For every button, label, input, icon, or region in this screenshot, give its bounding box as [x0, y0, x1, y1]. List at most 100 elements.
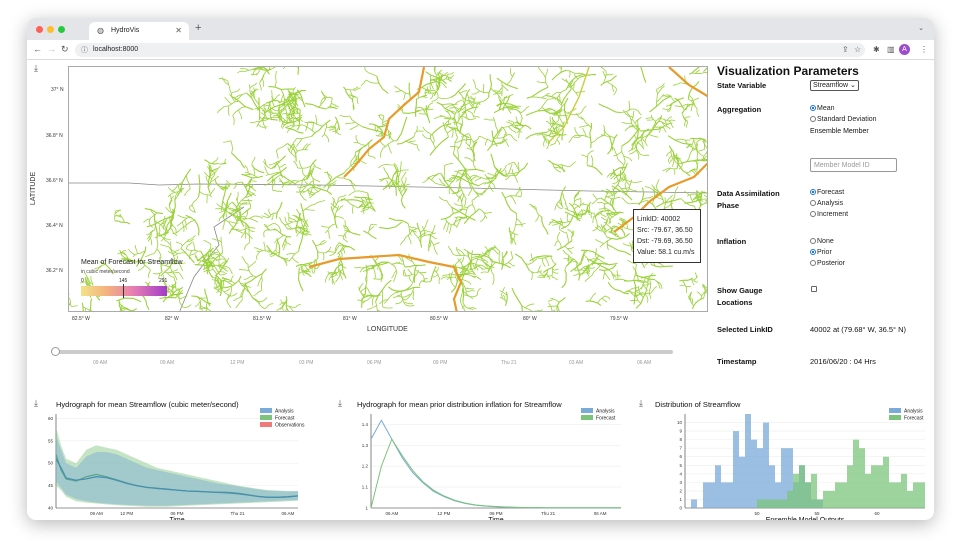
stream-segment [156, 248, 162, 258]
stream-segment [478, 135, 485, 139]
time-slider-track[interactable] [54, 350, 673, 354]
stream-segment [286, 305, 296, 308]
stream-segment [531, 271, 533, 281]
stream-segment [478, 182, 488, 187]
stream-segment [382, 306, 393, 309]
stream-segment [379, 221, 403, 230]
bookmark-star-icon[interactable]: ☆ [854, 45, 861, 54]
stream-segment [380, 147, 384, 158]
maximize-window-button[interactable] [58, 26, 65, 33]
stream-segment [620, 187, 630, 190]
stream-segment [601, 297, 608, 303]
time-slider-handle[interactable] [51, 347, 60, 356]
stream-segment [313, 267, 316, 274]
ensemble-member-input[interactable]: Member Model ID [810, 158, 897, 172]
stream-segment [552, 270, 559, 274]
forward-icon[interactable]: → [47, 44, 56, 54]
selected-link-value: 40002 at (79.68° W, 36.5° N) [810, 325, 907, 334]
menu-dots-icon[interactable]: ⋮ [920, 45, 928, 54]
new-tab-button[interactable]: + [195, 22, 201, 34]
stream-segment [446, 223, 450, 233]
stream-segment [114, 220, 131, 225]
inflation-prior-radio[interactable]: Prior [810, 248, 832, 258]
phase-increment-radio[interactable]: Increment [810, 210, 848, 220]
y-tick-label: 55 [48, 438, 54, 443]
map-download-icon[interactable]: ⤓ [34, 63, 38, 74]
stream-segment [485, 139, 489, 146]
sidepanel-icon[interactable]: ▥ [887, 45, 895, 54]
y-tick-label: 40 [48, 506, 54, 511]
profile-avatar[interactable]: A [899, 44, 910, 55]
gauge-label: Show Gauge Locations [717, 285, 797, 309]
radio-icon [810, 116, 816, 122]
histogram-bar [787, 490, 793, 508]
stream-segment [421, 280, 432, 283]
stream-segment [385, 184, 395, 187]
stream-segment [514, 213, 518, 230]
phase-forecast-radio[interactable]: Forecast [810, 188, 844, 198]
uncertainty-band [56, 436, 298, 506]
stream-segment [622, 243, 631, 247]
stream-segment [662, 167, 669, 172]
inflation-posterior-radio[interactable]: Posterior [810, 259, 845, 269]
stream-segment [683, 119, 687, 126]
stream-segment [363, 230, 377, 240]
browser-tab[interactable]: ◍ HydroVis ✕ [89, 22, 189, 40]
stream-segment [327, 230, 331, 239]
histogram-bar [709, 482, 715, 508]
aggregation-std-radio[interactable]: Standard Deviation [810, 115, 877, 125]
stream-segment [531, 96, 547, 100]
stream-segment [275, 241, 279, 253]
back-icon[interactable]: ← [33, 44, 42, 54]
lon-tick: 82° W [165, 316, 179, 322]
stream-segment [377, 163, 395, 169]
stream-map[interactable]: Mean of Forecast for Streamflow in cubic… [68, 66, 708, 312]
stream-segment [525, 257, 538, 265]
stream-segment [244, 242, 251, 251]
share-icon[interactable]: ⇪ [842, 45, 849, 54]
minimize-window-button[interactable] [47, 26, 54, 33]
tab-close-icon[interactable]: ✕ [175, 26, 182, 35]
stream-segment [396, 116, 408, 142]
stream-segment [698, 148, 705, 152]
tab-search-chevron-icon[interactable]: ⌄ [918, 24, 924, 32]
stream-segment [296, 67, 299, 68]
stream-segment [247, 264, 257, 278]
stream-segment [313, 164, 322, 170]
stream-segment [404, 264, 426, 268]
lon-tick: 80.5° W [430, 316, 448, 322]
stream-segment [399, 183, 403, 197]
stream-segment [224, 100, 239, 107]
close-window-button[interactable] [36, 26, 43, 33]
stream-segment [318, 96, 327, 108]
stream-segment [380, 272, 383, 283]
histogram-bar [751, 439, 757, 508]
stream-segment [543, 138, 547, 147]
stream-segment [312, 177, 321, 183]
stream-segment [368, 155, 376, 159]
state-variable-select[interactable]: Streamflow ⌄ [810, 80, 859, 91]
histogram-bar [901, 473, 907, 508]
stream-segment [408, 140, 416, 143]
stream-segment [269, 112, 276, 116]
stream-segment [185, 175, 191, 190]
histogram-bar [757, 499, 763, 508]
stream-segment [483, 118, 495, 121]
inflation-none-radio[interactable]: None [810, 237, 834, 247]
stream-segment [416, 130, 424, 132]
extensions-icon[interactable]: ✱ [873, 45, 880, 54]
show-gauge-checkbox[interactable] [811, 286, 817, 292]
reload-icon[interactable]: ↻ [61, 44, 69, 55]
stream-segment [482, 83, 485, 93]
stream-segment [478, 208, 488, 219]
url-field[interactable]: ⓘ localhost:8000 [75, 43, 865, 57]
stream-segment [366, 79, 379, 84]
stream-segment [354, 154, 357, 163]
stream-segment [542, 263, 557, 273]
phase-analysis-radio[interactable]: Analysis [810, 199, 843, 209]
stream-segment [249, 82, 258, 89]
stream-segment [556, 309, 559, 311]
legend-colorbar: 0 145 291 [81, 278, 167, 298]
lon-tick: 81.5° W [253, 316, 271, 322]
aggregation-mean-radio[interactable]: Mean [810, 104, 835, 114]
